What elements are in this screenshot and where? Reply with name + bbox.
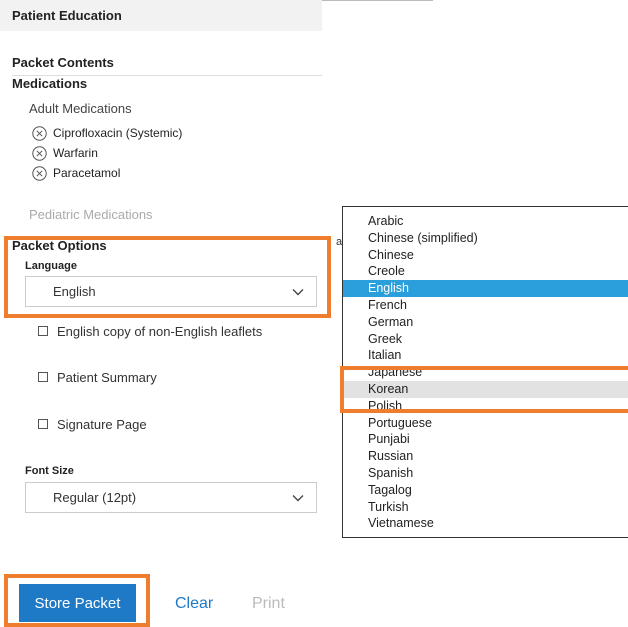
font-size-select[interactable]: Regular (12pt) <box>25 482 317 513</box>
language-option[interactable]: Portuguese <box>343 415 628 432</box>
remove-medication-icon[interactable] <box>32 145 47 161</box>
korean-highlight-box <box>340 366 628 413</box>
language-option[interactable]: Chinese (simplified) <box>343 230 628 247</box>
medication-name: Paracetamol <box>53 166 121 180</box>
medication-name: Ciprofloxacin (Systemic) <box>53 126 183 140</box>
checkbox-signature-page[interactable]: Signature Page <box>38 415 147 433</box>
language-option[interactable]: Italian <box>343 347 628 364</box>
chevron-down-icon <box>292 494 304 502</box>
medication-name: Warfarin <box>53 146 98 160</box>
language-option[interactable]: Greek <box>343 331 628 348</box>
checkbox-icon[interactable] <box>38 419 48 429</box>
checkbox-label: Patient Summary <box>57 369 157 385</box>
list-item: Ciprofloxacin (Systemic) <box>32 124 182 142</box>
print-button[interactable]: Print <box>252 595 285 613</box>
remove-medication-icon[interactable] <box>32 165 47 181</box>
language-option[interactable]: English <box>343 280 628 297</box>
language-option[interactable]: Punjabi <box>343 431 628 448</box>
adult-medications-label: Adult Medications <box>29 101 132 116</box>
store-highlight-box <box>4 574 150 627</box>
page-title: Patient Education <box>12 8 122 23</box>
clear-button[interactable]: Clear <box>175 595 213 613</box>
language-option[interactable]: Russian <box>343 448 628 465</box>
packet-contents-title: Packet Contents <box>12 55 114 70</box>
language-highlight-box <box>4 236 331 318</box>
language-option[interactable]: Chinese <box>343 247 628 264</box>
remove-medication-icon[interactable] <box>32 125 47 141</box>
language-option[interactable]: French <box>343 297 628 314</box>
language-option[interactable]: Spanish <box>343 465 628 482</box>
language-option[interactable]: Arabic <box>343 213 628 230</box>
medications-title: Medications <box>12 76 88 91</box>
pediatric-medications-label: Pediatric Medications <box>29 207 153 222</box>
checkbox-label: Signature Page <box>57 416 147 432</box>
list-item: Warfarin <box>32 144 98 162</box>
list-item: Paracetamol <box>32 164 120 182</box>
language-option[interactable]: Vietnamese <box>343 515 628 532</box>
checkbox-label: English copy of non-English leaflets <box>57 323 263 339</box>
checkbox-english-copy[interactable]: English copy of non-English leaflets <box>38 322 262 340</box>
checkbox-icon[interactable] <box>38 326 48 336</box>
checkbox-patient-summary[interactable]: Patient Summary <box>38 368 157 386</box>
language-option[interactable]: Turkish <box>343 499 628 516</box>
language-option[interactable]: Tagalog <box>343 482 628 499</box>
font-size-select-value: Regular (12pt) <box>53 490 137 505</box>
language-option[interactable]: Creole <box>343 263 628 280</box>
checkbox-icon[interactable] <box>38 372 48 382</box>
language-option[interactable]: German <box>343 314 628 331</box>
font-size-label: Font Size <box>25 465 74 477</box>
